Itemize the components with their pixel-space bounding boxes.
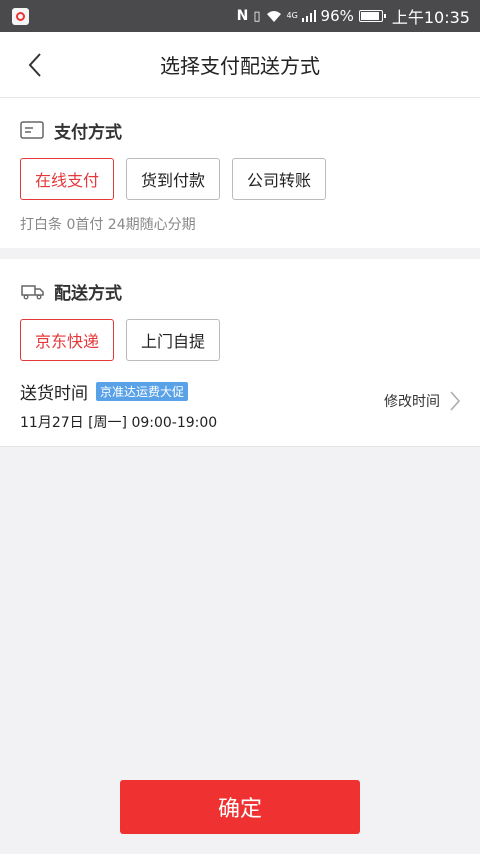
status-time: 上午10:35 (391, 8, 470, 27)
delivery-section: 配送方式 京东快递 上门自提 送货时间 京准达运费大促 11月27日 [周一] … (0, 259, 480, 446)
payment-option-transfer[interactable]: 公司转账 (232, 158, 327, 200)
payment-section: 支付方式 在线支付 货到付款 公司转账 打白条 0首付 24期随心分期 (0, 98, 480, 248)
divider (0, 446, 480, 447)
payment-section-title: 支付方式 (54, 122, 122, 143)
modify-time-label: 修改时间 (384, 394, 440, 410)
delivery-options: 京东快递 上门自提 (20, 319, 460, 361)
chevron-right-icon (450, 391, 460, 411)
status-bar: N ▯ 4G 96% 上午10:35 (0, 0, 480, 32)
delivery-header: 配送方式 (20, 259, 460, 319)
payment-header: 支付方式 (20, 98, 460, 158)
promo-badge: 京准达运费大促 (96, 382, 189, 401)
card-icon (20, 121, 44, 139)
payment-option-cod[interactable]: 货到付款 (126, 158, 221, 200)
battery-percent: 96% (320, 7, 354, 25)
payment-options: 在线支付 货到付款 公司转账 (20, 158, 460, 200)
signal-icon (301, 10, 316, 22)
delivery-option-jd-express[interactable]: 京东快递 (20, 319, 115, 361)
delivery-section-title: 配送方式 (54, 283, 122, 304)
delivery-time-row[interactable]: 送货时间 京准达运费大促 11月27日 [周一] 09:00-19:00 修改时… (20, 361, 460, 446)
payment-option-online[interactable]: 在线支付 (20, 158, 115, 200)
delivery-time-label: 送货时间 (20, 384, 88, 404)
network-type: 4G (286, 11, 298, 20)
modify-time-button[interactable]: 修改时间 (384, 391, 460, 411)
wifi-icon (266, 10, 281, 22)
section-gap (0, 248, 480, 259)
delivery-option-pickup[interactable]: 上门自提 (126, 319, 221, 361)
nav-bar: 选择支付配送方式 (0, 32, 480, 98)
nfc-icon: N (236, 8, 249, 24)
back-button[interactable] (20, 50, 50, 80)
page-title: 选择支付配送方式 (160, 54, 320, 78)
payment-note: 打白条 0首付 24期随心分期 (20, 217, 196, 233)
vibrate-icon: ▯ (253, 8, 261, 24)
delivery-time-value: 11月27日 [周一] 09:00-19:00 (20, 415, 218, 431)
chevron-left-icon (28, 53, 41, 77)
battery-icon (358, 10, 386, 22)
truck-icon (21, 285, 44, 300)
status-right: N ▯ 4G 96% 上午10:35 (237, 4, 470, 28)
app-notification-icon (12, 7, 29, 25)
confirm-button[interactable]: 确定 (120, 780, 360, 834)
